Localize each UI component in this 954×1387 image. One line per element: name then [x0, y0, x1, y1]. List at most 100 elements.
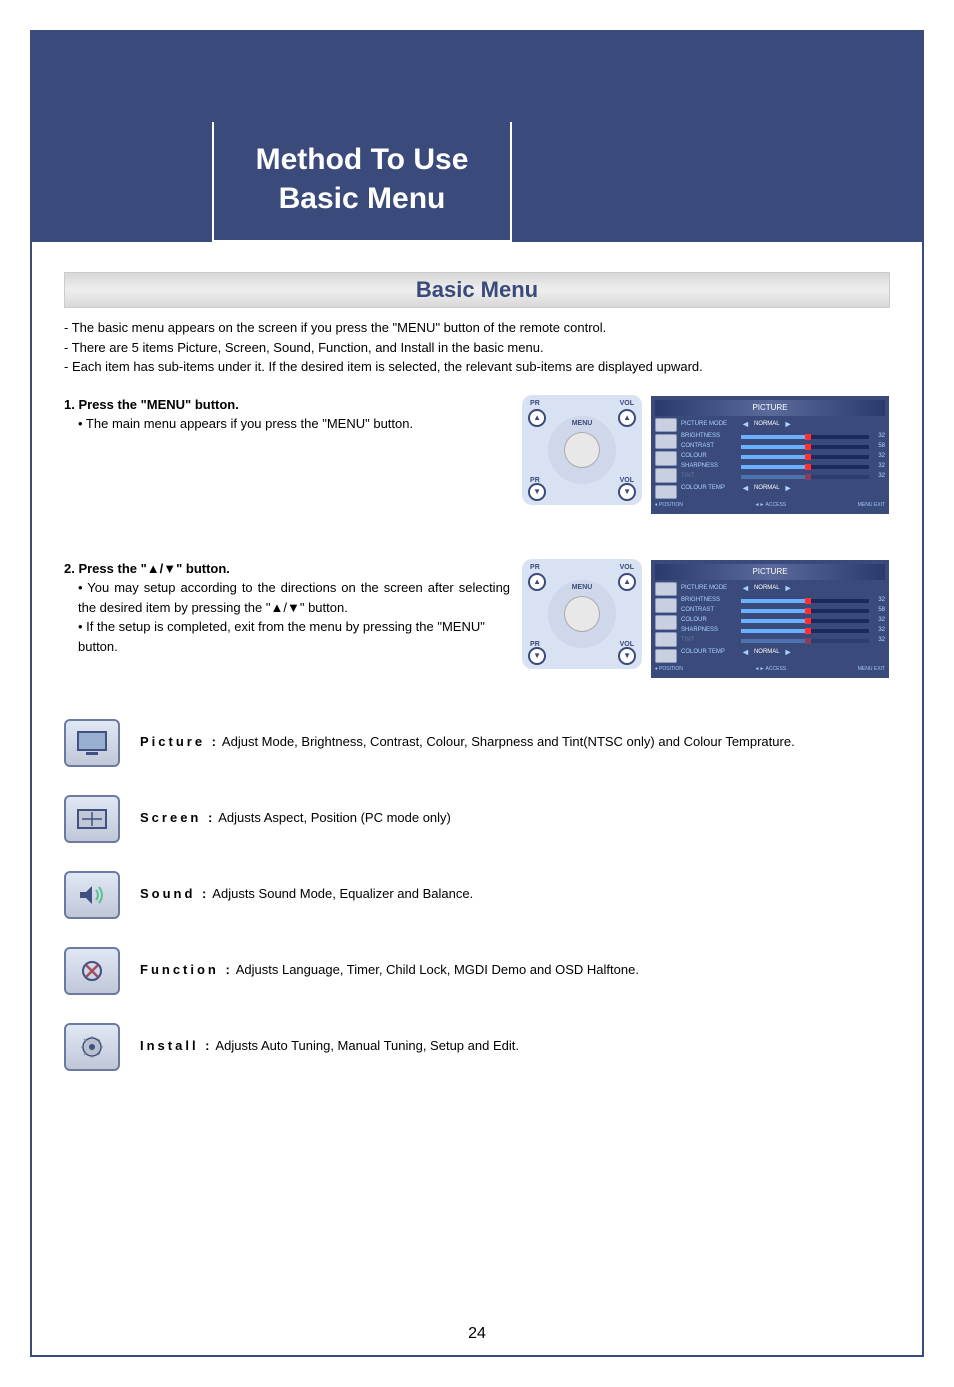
arrow-down-icon: ▼	[528, 647, 546, 665]
arrow-down-icon: ▼	[618, 647, 636, 665]
step-2: 2. Press the "▲/▼" button. • You may set…	[64, 559, 890, 679]
osd-row-label: SHARPNESS	[681, 462, 737, 471]
arrow-down-icon: ▼	[618, 483, 636, 501]
osd-footer-menu: MENU	[858, 666, 873, 672]
osd-icon-install	[655, 649, 677, 664]
arrow-down-icon: ▼	[528, 483, 546, 501]
remote-pad-illustration: PR VOL PR VOL MENU ▲ ▲ ▼ ▼	[522, 559, 642, 669]
arrow-up-icon: ▲	[618, 573, 636, 591]
osd-row-label: COLOUR TEMP	[681, 648, 737, 657]
menu-definitions: Picture : Adjust Mode, Brightness, Contr…	[64, 719, 890, 1071]
page-frame: Method To Use Basic Menu Basic Menu - Th…	[30, 30, 924, 1357]
def-sound: Sound : Adjusts Sound Mode, Equalizer an…	[64, 871, 890, 919]
osd-footer-exit: EXIT	[874, 666, 885, 672]
def-label: Picture :	[140, 734, 219, 749]
osd-row-val: 32	[873, 636, 885, 645]
def-desc: Adjusts Language, Timer, Child Lock, MGD…	[236, 962, 639, 977]
osd-footer-access: ACCESS	[766, 502, 787, 508]
osd-icon-function	[655, 468, 677, 483]
osd-row-label: CONTRAST	[681, 442, 737, 451]
osd-icon-screen	[655, 598, 677, 613]
osd-icon-picture	[655, 418, 677, 433]
osd-icon-sound	[655, 451, 677, 466]
osd-footer-menu: MENU	[858, 502, 873, 508]
osd-row-val: NORMAL	[754, 420, 780, 429]
osd-icon-picture	[655, 582, 677, 597]
osd-row-label: TINT	[681, 472, 737, 481]
osd-row-val: 32	[873, 616, 885, 625]
label-menu: MENU	[572, 583, 593, 594]
def-label: Function :	[140, 962, 233, 977]
osd-row-label: PICTURE MODE	[681, 584, 737, 593]
osd-row-val: 32	[873, 462, 885, 471]
install-icon	[64, 1023, 120, 1071]
osd-footer-exit: EXIT	[874, 502, 885, 508]
osd-footer-position: POSITION	[659, 666, 683, 672]
osd-row-label: COLOUR TEMP	[681, 484, 737, 493]
osd-row-val: 32	[873, 626, 885, 635]
osd-title: PICTURE	[655, 564, 885, 580]
osd-row-label: PICTURE MODE	[681, 420, 737, 429]
label-pr: PR	[530, 399, 540, 410]
def-label: Screen :	[140, 810, 215, 825]
osd-row-val: NORMAL	[754, 484, 780, 493]
def-screen: Screen : Adjusts Aspect, Position (PC mo…	[64, 795, 890, 843]
def-label: Install :	[140, 1038, 213, 1053]
label-pr: PR	[530, 563, 540, 574]
title-line2: Basic Menu	[214, 179, 510, 218]
osd-row-val: NORMAL	[754, 584, 780, 593]
osd-row-val: 32	[873, 596, 885, 605]
def-desc: Adjust Mode, Brightness, Contrast, Colou…	[222, 734, 795, 749]
def-desc: Adjusts Sound Mode, Equalizer and Balanc…	[212, 886, 473, 901]
osd-row-label: COLOUR	[681, 452, 737, 461]
osd-row-val: 58	[873, 442, 885, 451]
sound-icon	[64, 871, 120, 919]
osd-title: PICTURE	[655, 400, 885, 416]
step1-title: 1. Press the "MENU" button.	[64, 395, 510, 415]
osd-screenshot: PICTURE PICTURE MODE◄NORMAL►	[650, 559, 890, 679]
intro-text: - The basic menu appears on the screen i…	[64, 318, 890, 377]
osd-row-val: 32	[873, 432, 885, 441]
label-vol: VOL	[620, 563, 634, 574]
content: Basic Menu - The basic menu appears on t…	[64, 272, 890, 1315]
arrow-up-icon: ▲	[528, 409, 546, 427]
def-install: Install : Adjusts Auto Tuning, Manual Tu…	[64, 1023, 890, 1071]
osd-row-label: TINT	[681, 636, 737, 645]
step2-title: 2. Press the "▲/▼" button.	[64, 559, 510, 579]
osd-footer-position: POSITION	[659, 502, 683, 508]
osd-row-label: SHARPNESS	[681, 626, 737, 635]
step1-bullet: • The main menu appears if you press the…	[64, 414, 510, 434]
arrow-up-icon: ▲	[618, 409, 636, 427]
intro-line: - Each item has sub-items under it. If t…	[64, 357, 890, 377]
def-desc: Adjusts Auto Tuning, Manual Tuning, Setu…	[215, 1038, 519, 1053]
label-menu: MENU	[572, 419, 593, 430]
intro-line: - The basic menu appears on the screen i…	[64, 318, 890, 338]
remote-pad-illustration: PR VOL PR VOL MENU ▲ ▲ ▼ ▼	[522, 395, 642, 505]
osd-row-val: 32	[873, 452, 885, 461]
osd-row-label: BRIGHTNESS	[681, 596, 737, 605]
def-desc: Adjusts Aspect, Position (PC mode only)	[218, 810, 451, 825]
osd-row-label: CONTRAST	[681, 606, 737, 615]
osd-icon-screen	[655, 434, 677, 449]
osd-row-val: 58	[873, 606, 885, 615]
intro-line: - There are 5 items Picture, Screen, Sou…	[64, 338, 890, 358]
def-label: Sound :	[140, 886, 209, 901]
osd-row-label: COLOUR	[681, 616, 737, 625]
def-function: Function : Adjusts Language, Timer, Chil…	[64, 947, 890, 995]
page-number: 24	[32, 1325, 922, 1343]
step2-bullet: • You may setup according to the directi…	[64, 578, 510, 617]
arrow-up-icon: ▲	[528, 573, 546, 591]
screen-icon	[64, 795, 120, 843]
osd-icon-sound	[655, 615, 677, 630]
step2-bullet: • If the setup is completed, exit from t…	[64, 617, 510, 656]
page-title: Method To Use Basic Menu	[212, 122, 512, 242]
def-picture: Picture : Adjust Mode, Brightness, Contr…	[64, 719, 890, 767]
osd-row-label: BRIGHTNESS	[681, 432, 737, 441]
step-1: 1. Press the "MENU" button. • The main m…	[64, 395, 890, 515]
label-vol: VOL	[620, 399, 634, 410]
osd-footer-access: ACCESS	[766, 666, 787, 672]
picture-icon	[64, 719, 120, 767]
section-heading: Basic Menu	[64, 272, 890, 308]
osd-icon-install	[655, 485, 677, 500]
osd-row-val: NORMAL	[754, 648, 780, 657]
